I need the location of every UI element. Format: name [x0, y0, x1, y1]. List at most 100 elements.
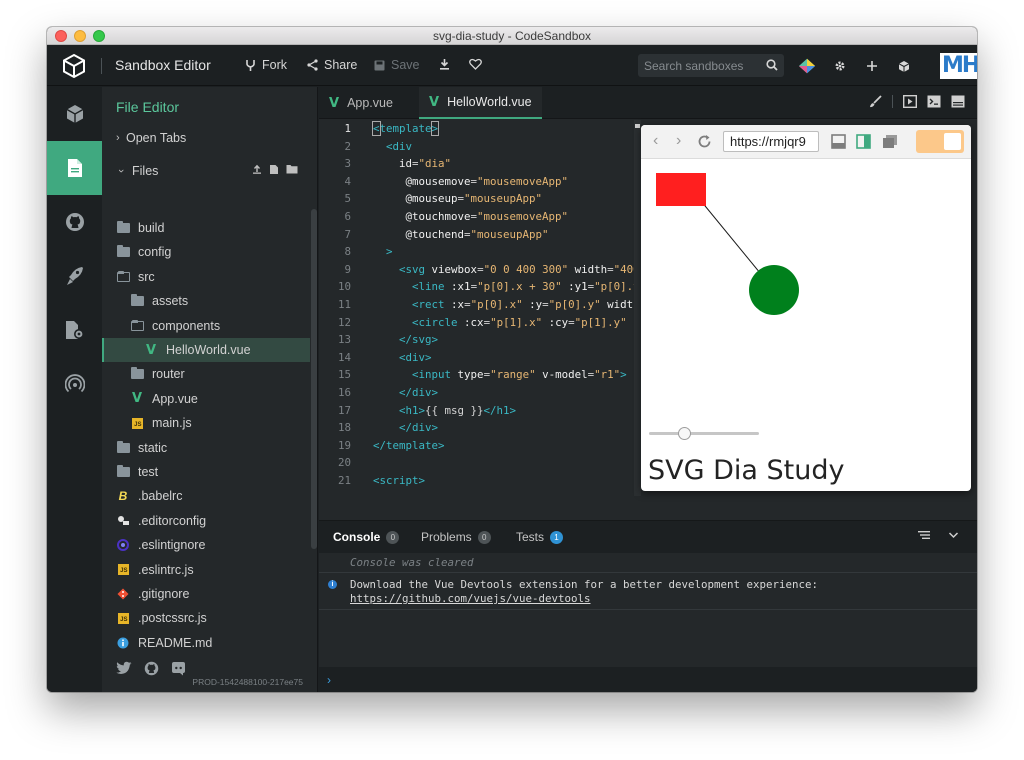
- file-tree-item[interactable]: .gitignore: [102, 582, 310, 606]
- refresh-icon[interactable]: [697, 134, 712, 149]
- console-panel-icon[interactable]: [951, 95, 965, 108]
- discord-icon[interactable]: [171, 661, 186, 676]
- file-tree-item[interactable]: .editorconfig: [102, 509, 310, 533]
- file-tree-item[interactable]: src: [102, 265, 310, 289]
- draggable-circle[interactable]: [749, 265, 799, 315]
- tab-helloworld-vue[interactable]: V HelloWorld.vue: [419, 87, 542, 119]
- forward-arrow-icon[interactable]: ›: [676, 132, 681, 150]
- minimize-window-button[interactable]: [74, 30, 86, 42]
- console-message: Download the Vue Devtools extension for …: [350, 578, 819, 591]
- tab-tests[interactable]: Tests 1: [516, 530, 564, 544]
- range-slider[interactable]: [649, 427, 759, 440]
- new-file-icon[interactable]: [269, 164, 279, 175]
- activity-project-info[interactable]: [47, 87, 102, 141]
- console-layout-icon[interactable]: [831, 134, 846, 149]
- file-tree-label: assets: [152, 294, 189, 309]
- search-input[interactable]: [644, 54, 762, 77]
- dashboard-box-icon[interactable]: [895, 57, 913, 75]
- preferences-gear-icon[interactable]: [831, 57, 849, 75]
- file-tree-item[interactable]: test: [102, 460, 310, 484]
- count-badge: 0: [386, 530, 400, 544]
- activity-config[interactable]: [47, 303, 102, 357]
- back-arrow-icon[interactable]: ‹: [653, 132, 658, 150]
- patron-icon[interactable]: [798, 57, 816, 75]
- slider-thumb[interactable]: [678, 427, 691, 440]
- line-number: 8: [344, 245, 351, 259]
- file-tree-item[interactable]: build: [102, 216, 310, 240]
- save-button[interactable]: Save: [374, 58, 420, 72]
- new-folder-icon[interactable]: [286, 164, 298, 174]
- preview-navbar: ‹ ›: [641, 125, 971, 159]
- editor-scroll-thumb[interactable]: [635, 124, 640, 128]
- preview-url-bar[interactable]: [723, 131, 819, 152]
- tab-problems[interactable]: Problems 0: [421, 530, 491, 544]
- vue-icon: V: [329, 95, 340, 111]
- download-button[interactable]: [439, 58, 450, 70]
- file-tree-item[interactable]: V HelloWorld.vue: [102, 338, 310, 362]
- codesandbox-logo-icon[interactable]: [61, 53, 87, 79]
- file-tree-item[interactable]: README.md: [102, 631, 310, 655]
- open-tabs-section[interactable]: › Open Tabs: [102, 126, 310, 150]
- editor-scrollbar[interactable]: [634, 120, 641, 496]
- line-number: 21: [337, 474, 351, 487]
- slider-track[interactable]: [649, 432, 759, 435]
- cube-icon: [66, 105, 83, 123]
- tab-app-vue[interactable]: V App.vue: [319, 87, 403, 119]
- tab-console[interactable]: Console 0: [333, 530, 400, 544]
- clear-console-icon[interactable]: [918, 530, 930, 540]
- avatar-initials: MH: [942, 53, 977, 78]
- file-tree-item[interactable]: JS main.js: [102, 411, 310, 435]
- sidebar-scrollbar[interactable]: [311, 209, 317, 549]
- file-tree-item[interactable]: assets: [102, 289, 310, 313]
- preview-url-input[interactable]: [724, 132, 818, 151]
- code-editor[interactable]: 1 2 3 4 5 6 7 8 9 10 11 12 13 14 15 16 17 18 19 20 21 <templ…: [319, 120, 641, 496]
- terminal-icon[interactable]: [927, 95, 941, 108]
- github-icon[interactable]: [144, 661, 159, 676]
- activity-live[interactable]: [47, 357, 102, 411]
- file-tree-item[interactable]: JS .eslintrc.js: [102, 558, 310, 582]
- file-tree-item[interactable]: config: [102, 240, 310, 264]
- file-tree-item[interactable]: .eslintignore: [102, 533, 310, 557]
- preview-window-icon[interactable]: [903, 95, 917, 108]
- file-tree-item[interactable]: static: [102, 436, 310, 460]
- open-new-window-icon[interactable]: [882, 134, 898, 149]
- file-tree-item[interactable]: JS .postcssrc.js: [102, 606, 310, 630]
- search-icon[interactable]: [766, 59, 778, 71]
- fork-label: Fork: [262, 58, 287, 72]
- activity-github[interactable]: [47, 195, 102, 249]
- new-sandbox-plus-icon[interactable]: [863, 57, 881, 75]
- file-tree-item[interactable]: components: [102, 314, 310, 338]
- file-tree-item[interactable]: router: [102, 362, 310, 386]
- top-toolbar: Sandbox Editor Fork Share Save Search sa…: [47, 46, 977, 86]
- upload-icon[interactable]: [252, 164, 262, 174]
- file-tree-label: .postcssrc.js: [138, 611, 207, 626]
- draggable-rectangle[interactable]: [656, 173, 706, 206]
- activity-deployment[interactable]: [47, 249, 102, 303]
- fork-button[interactable]: Fork: [245, 58, 287, 72]
- toggle-knob[interactable]: [944, 133, 961, 150]
- twitter-icon[interactable]: [116, 661, 132, 675]
- file-tree-item[interactable]: B .babelrc: [102, 484, 310, 508]
- babel-icon: B: [118, 489, 128, 504]
- count-badge: 0: [477, 530, 491, 544]
- folder-icon: [130, 294, 144, 307]
- activity-file-editor[interactable]: [47, 141, 102, 195]
- line-number: 11: [337, 298, 351, 311]
- user-avatar[interactable]: MH: [940, 53, 977, 79]
- file-tree-label: .eslintignore: [138, 538, 206, 553]
- split-layout-icon[interactable]: [856, 134, 871, 149]
- files-section[interactable]: › Files: [102, 159, 310, 183]
- console-input-prompt[interactable]: ›: [319, 667, 977, 692]
- console-link[interactable]: https://github.com/vuejs/vue-devtools: [350, 592, 591, 605]
- zoom-window-button[interactable]: [93, 30, 105, 42]
- tab-label: App.vue: [347, 96, 393, 110]
- share-button[interactable]: Share: [307, 58, 357, 72]
- preview-toggle-switch[interactable]: [916, 130, 964, 153]
- like-button[interactable]: [469, 58, 482, 70]
- chevron-down-icon[interactable]: [948, 530, 959, 540]
- prettify-brush-icon[interactable]: [869, 95, 882, 108]
- close-window-button[interactable]: [55, 30, 67, 42]
- file-tree-item[interactable]: V App.vue: [102, 387, 310, 411]
- code-line: @touchmove="mousemoveApp": [405, 210, 569, 223]
- chevron-right-icon: ›: [116, 132, 120, 144]
